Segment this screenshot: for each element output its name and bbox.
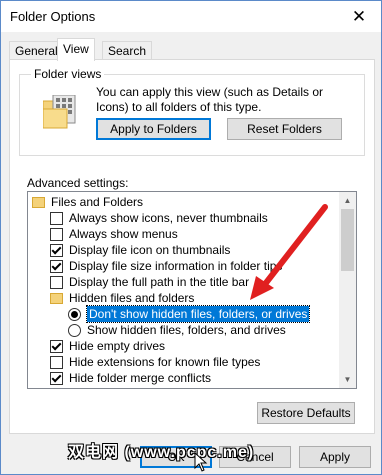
option-label: Hide empty drives bbox=[69, 339, 166, 353]
radio-button[interactable] bbox=[68, 307, 81, 321]
checkbox[interactable] bbox=[50, 259, 63, 273]
reset-folders-button[interactable]: Reset Folders bbox=[227, 118, 342, 140]
tree-folder-hidden-files: Hidden files and folders bbox=[50, 290, 194, 306]
option-hide-empty-drives[interactable]: Hide empty drives bbox=[50, 338, 165, 354]
folder-icon bbox=[32, 196, 45, 208]
option-hide-merge-conflicts[interactable]: Hide folder merge conflicts bbox=[50, 370, 211, 386]
tab-search[interactable]: Search bbox=[102, 41, 153, 60]
option-label: Hide extensions for known file types bbox=[69, 355, 261, 369]
close-icon: ✕ bbox=[351, 6, 367, 26]
option-label: Display file size information in folder … bbox=[69, 259, 283, 273]
checkbox[interactable] bbox=[50, 371, 63, 385]
option-always-show-icons[interactable]: Always show icons, never thumbnails bbox=[50, 210, 268, 226]
option-label: Hide folder merge conflicts bbox=[69, 371, 212, 385]
option-display-file-icon[interactable]: Display file icon on thumbnails bbox=[50, 242, 230, 258]
option-show-hidden[interactable]: Show hidden files, folders, and drives bbox=[68, 322, 286, 338]
option-label: Always show icons, never thumbnails bbox=[69, 211, 268, 225]
tab-general[interactable]: General bbox=[9, 41, 64, 60]
option-hide-extensions[interactable]: Hide extensions for known file types bbox=[50, 354, 260, 370]
checkbox[interactable] bbox=[50, 211, 63, 225]
option-label: Show hidden files, folders, and drives bbox=[87, 323, 286, 337]
advanced-settings-tree[interactable]: Files and Folders Always show icons, nev… bbox=[27, 191, 357, 389]
watermark-text: 双电网 (www.pcpc.me) bbox=[68, 444, 255, 461]
scroll-up-icon[interactable]: ▲ bbox=[339, 192, 356, 209]
tab-view[interactable]: View bbox=[57, 38, 95, 61]
option-display-file-size[interactable]: Display file size information in folder … bbox=[50, 258, 282, 274]
checkbox[interactable] bbox=[50, 243, 63, 257]
checkbox[interactable] bbox=[50, 355, 63, 369]
folder-icon bbox=[50, 292, 63, 304]
scroll-down-icon[interactable]: ▼ bbox=[339, 371, 356, 388]
option-label: Display file icon on thumbnails bbox=[69, 243, 231, 257]
folder-options-window: Folder Options ✕ General View Search Fol… bbox=[0, 0, 382, 475]
folder-views-icon bbox=[43, 95, 76, 129]
tree-folder-files-and-folders: Files and Folders bbox=[32, 194, 143, 210]
apply-button[interactable]: Apply bbox=[299, 446, 371, 468]
folder-views-label: Folder views bbox=[31, 67, 105, 81]
close-button[interactable]: ✕ bbox=[337, 1, 381, 32]
radio-button[interactable] bbox=[68, 323, 81, 337]
checkbox[interactable] bbox=[50, 339, 63, 353]
apply-to-folders-button[interactable]: Apply to Folders bbox=[96, 118, 211, 140]
scrollbar-thumb[interactable] bbox=[341, 209, 354, 271]
restore-defaults-button[interactable]: Restore Defaults bbox=[257, 402, 355, 424]
option-always-show-menus[interactable]: Always show menus bbox=[50, 226, 178, 242]
vertical-scrollbar[interactable]: ▲ ▼ bbox=[339, 192, 356, 388]
option-display-full-path[interactable]: Display the full path in the title bar bbox=[50, 274, 249, 290]
tree-item-label: Files and Folders bbox=[51, 195, 144, 209]
mouse-cursor-icon bbox=[194, 452, 208, 472]
advanced-settings-label: Advanced settings: bbox=[27, 176, 129, 190]
option-label: Display the full path in the title bar bbox=[69, 275, 250, 289]
checkbox[interactable] bbox=[50, 275, 63, 289]
folder-views-description: You can apply this view (such as Details… bbox=[96, 85, 324, 114]
title-bar: Folder Options ✕ bbox=[1, 1, 381, 32]
checkbox[interactable] bbox=[50, 227, 63, 241]
option-label: Always show menus bbox=[69, 227, 178, 241]
tree-item-label: Hidden files and folders bbox=[69, 291, 195, 305]
option-dont-show-hidden[interactable]: Don't show hidden files, folders, or dri… bbox=[68, 305, 311, 323]
window-title: Folder Options bbox=[10, 9, 96, 24]
option-label: Don't show hidden files, folders, or dri… bbox=[85, 305, 311, 323]
